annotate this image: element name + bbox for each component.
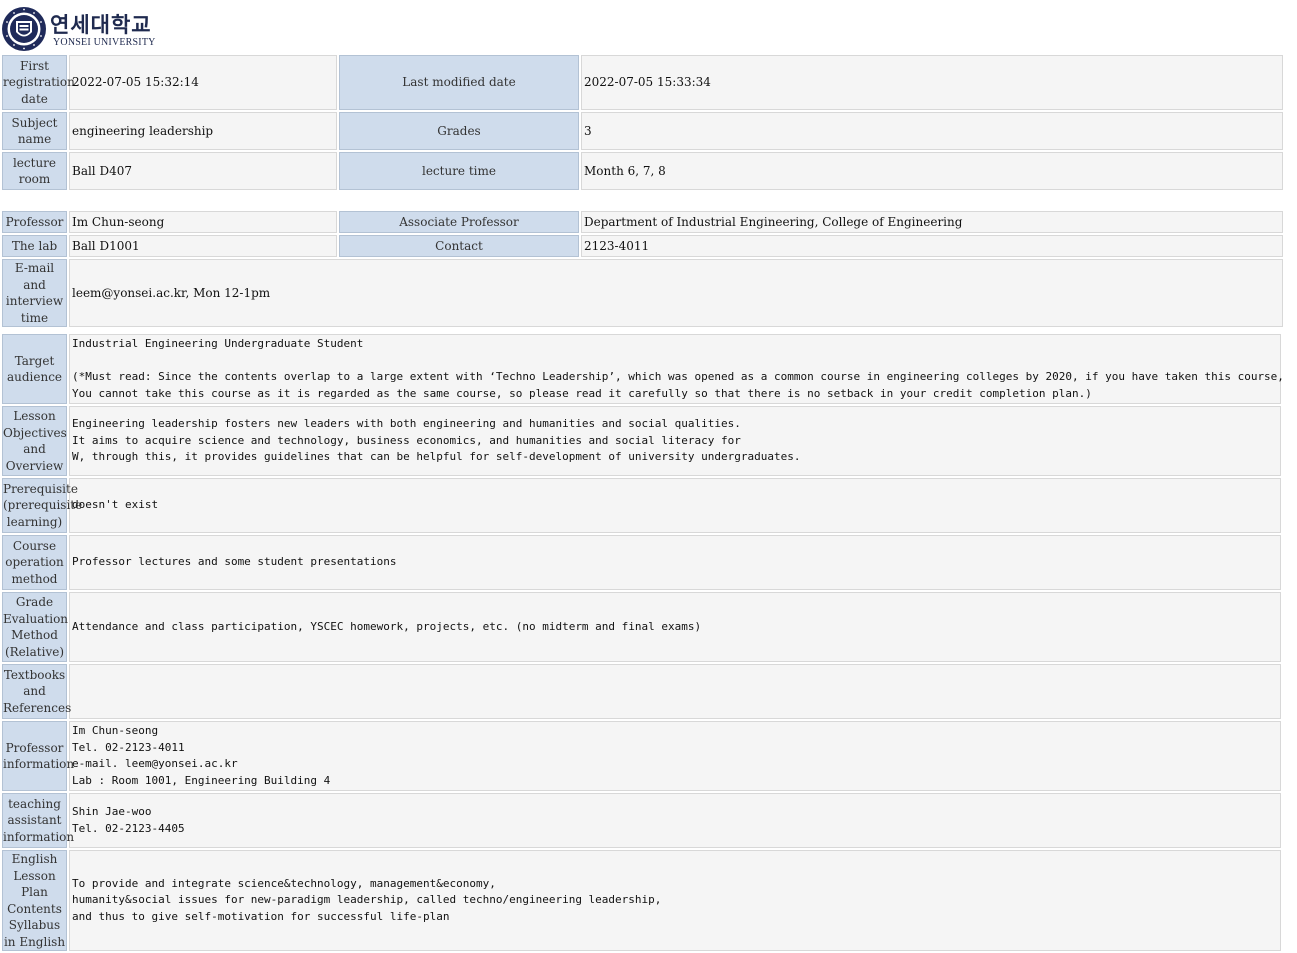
- professor-value: Im Chun-seong: [69, 211, 337, 233]
- contact-label: Contact: [339, 235, 579, 257]
- table-row: Professor Im Chun-seong Associate Profes…: [2, 211, 1283, 233]
- professor-table: Professor Im Chun-seong Associate Profes…: [0, 209, 1285, 329]
- lecture-room-value: Ball D407: [69, 152, 337, 190]
- subject-name-value: engineering leadership: [69, 112, 337, 150]
- grades-label: Grades: [339, 112, 579, 150]
- teaching-assistant-text: Shin Jae-woo Tel. 02-2123-4405: [72, 805, 185, 835]
- table-row: Subject name engineering leadership Grad…: [2, 112, 1283, 150]
- english-syllabus-value: To provide and integrate science&technol…: [69, 850, 1281, 951]
- prerequisite-label: Prerequisite (prerequisite learning): [2, 478, 82, 533]
- course-operation-label: Course operation method: [2, 535, 67, 590]
- grades-value: 3: [581, 112, 1283, 150]
- table-row: English Lesson Plan Contents Syllabus in…: [2, 850, 1281, 951]
- lesson-objectives-label: Lesson Objectives and Overview: [2, 406, 67, 476]
- professor-label: Professor: [2, 211, 67, 233]
- teaching-assistant-label: teaching assistant information: [2, 793, 74, 848]
- teaching-assistant-value: Shin Jae-woo Tel. 02-2123-4405: [69, 793, 1281, 848]
- lecture-time-value: Month 6, 7, 8: [581, 152, 1283, 190]
- associate-professor-value: Department of Industrial Engineering, Co…: [581, 211, 1283, 233]
- table-row: Course operation method Professor lectur…: [2, 535, 1281, 590]
- table-row: Target audience Industrial Engineering U…: [2, 334, 1284, 404]
- first-registration-value: 2022-07-05 15:32:14: [69, 55, 337, 110]
- table-row: teaching assistant information Shin Jae-…: [2, 793, 1281, 848]
- lab-value: Ball D1001: [69, 235, 337, 257]
- email-interview-value: leem@yonsei.ac.kr, Mon 12-1pm: [69, 259, 1283, 327]
- last-modified-label: Last modified date: [339, 55, 579, 110]
- professor-information-text: Im Chun-seong Tel. 02-2123-4011 e-mail. …: [72, 724, 331, 787]
- table-row: Professor information Im Chun-seong Tel.…: [2, 721, 1281, 791]
- university-name-korean: 연세대학교: [50, 13, 152, 37]
- professor-information-label: Professor information: [2, 721, 74, 791]
- prerequisite-text: doesn't exist: [72, 498, 159, 512]
- syllabus-table: Target audience Industrial Engineering U…: [0, 332, 1284, 953]
- target-audience-text: Industrial Engineering Undergraduate Stu…: [72, 337, 1284, 400]
- first-registration-label: First registration date: [2, 55, 75, 110]
- lesson-objectives-value: Engineering leadership fosters new leade…: [69, 406, 1281, 476]
- table-row: Prerequisite (prerequisite learning) doe…: [2, 478, 1281, 533]
- course-basic-table: First registration date 2022-07-05 15:32…: [0, 53, 1285, 192]
- table-row: The lab Ball D1001 Contact 2123-4011: [2, 235, 1283, 257]
- contact-value: 2123-4011: [581, 235, 1283, 257]
- textbooks-value: [69, 664, 1281, 719]
- table-row: E-mail and interview time leem@yonsei.ac…: [2, 259, 1283, 327]
- table-row: lecture room Ball D407 lecture time Mont…: [2, 152, 1283, 190]
- english-syllabus-text: To provide and integrate science&technol…: [72, 876, 662, 923]
- university-emblem-icon: [2, 7, 46, 51]
- target-audience-value: Industrial Engineering Undergraduate Stu…: [69, 334, 1284, 404]
- lesson-objectives-text: Engineering leadership fosters new leade…: [72, 417, 801, 464]
- lab-label: The lab: [2, 235, 67, 257]
- english-syllabus-label: English Lesson Plan Contents Syllabus in…: [2, 850, 67, 951]
- prerequisite-value: doesn't exist: [69, 478, 1281, 533]
- page-header: 연세대학교 YONSEI UNIVERSITY: [0, 0, 200, 52]
- table-row: Grade Evaluation Method (Relative) Atten…: [2, 592, 1281, 662]
- grade-evaluation-value: Attendance and class participation, YSCE…: [69, 592, 1281, 662]
- course-operation-text: Professor lectures and some student pres…: [72, 555, 397, 569]
- university-name-english: YONSEI UNIVERSITY: [53, 37, 156, 48]
- professor-information-value: Im Chun-seong Tel. 02-2123-4011 e-mail. …: [69, 721, 1281, 791]
- table-row: First registration date 2022-07-05 15:32…: [2, 55, 1283, 110]
- subject-name-label: Subject name: [2, 112, 67, 150]
- last-modified-value: 2022-07-05 15:33:34: [581, 55, 1283, 110]
- textbooks-label: Textbooks and References: [2, 664, 71, 719]
- associate-professor-label: Associate Professor: [339, 211, 579, 233]
- table-row: Lesson Objectives and Overview Engineeri…: [2, 406, 1281, 476]
- course-operation-value: Professor lectures and some student pres…: [69, 535, 1281, 590]
- email-interview-label: E-mail and interview time: [2, 259, 67, 327]
- grade-evaluation-text: Attendance and class participation, YSCE…: [72, 619, 702, 633]
- lecture-time-label: lecture time: [339, 152, 579, 190]
- table-row: Textbooks and References: [2, 664, 1281, 719]
- lecture-room-label: lecture room: [2, 152, 67, 190]
- grade-evaluation-label: Grade Evaluation Method (Relative): [2, 592, 68, 662]
- target-audience-label: Target audience: [2, 334, 67, 404]
